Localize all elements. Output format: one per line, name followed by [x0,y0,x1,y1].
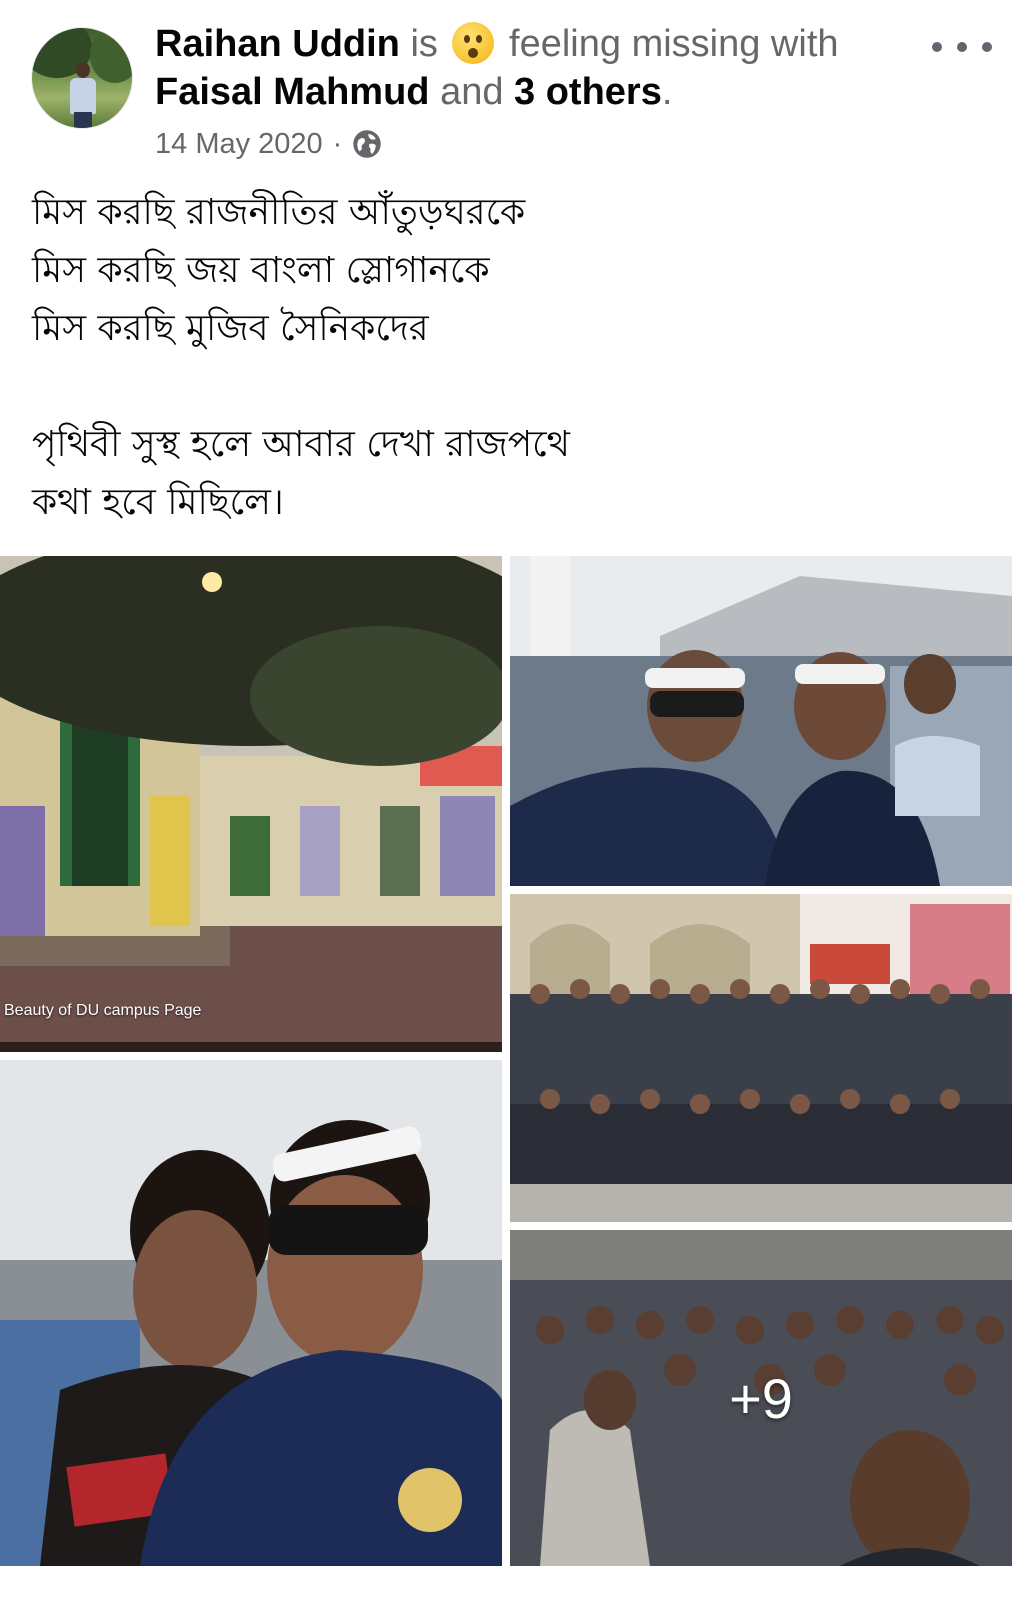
post-body-text: মিস করছি রাজনীতির আঁতুড়ঘরকে মিস করছি জয… [32,192,570,523]
photo-watermark: Beauty of DU campus Page [4,1002,202,1019]
post-header: Raihan Uddin is feeling missing with Fai… [0,0,1032,170]
photo-stadium-selfie[interactable] [510,556,1012,886]
photo-closeup-duo[interactable] [0,1060,502,1566]
tagged-person-link[interactable]: Faisal Mahmud [155,71,430,113]
author-avatar[interactable] [32,28,132,128]
post-date[interactable]: 14 May 2020 [155,128,323,161]
author-name[interactable]: Raihan Uddin [155,23,400,65]
photo-campus-building[interactable] [0,556,502,1052]
photo-group[interactable] [510,894,1012,1222]
others-link[interactable]: 3 others [514,71,662,113]
more-photos-overlay[interactable]: +9 [510,1230,1012,1566]
post-headline: Raihan Uddin is feeling missing with Fai… [155,20,915,116]
globe-icon[interactable] [352,129,382,159]
post-meta: 14 May 2020 · [155,124,382,164]
more-options-icon[interactable] [932,30,992,64]
wow-face-emoji-icon [452,22,495,64]
is-text: is [410,23,438,65]
meta-separator: · [332,127,343,160]
and-text: and [440,71,504,113]
period: . [661,71,673,113]
feeling-text: feeling missing with [509,23,839,65]
